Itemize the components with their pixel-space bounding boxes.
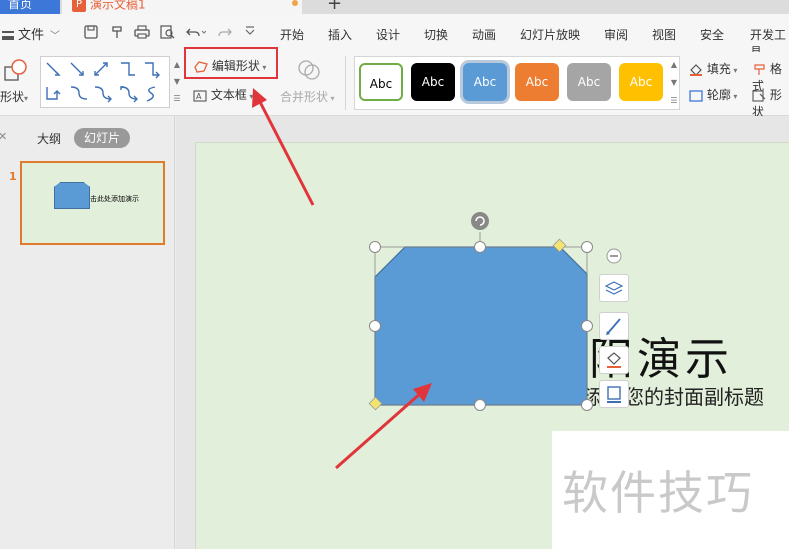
shape-style-button[interactable]: [599, 312, 629, 340]
outline-icon: [607, 386, 621, 403]
brush-icon: [606, 318, 621, 335]
shape-fill-button[interactable]: [599, 346, 629, 374]
red-arrow-toolbar: [256, 97, 315, 206]
shape-outline-button[interactable]: [599, 380, 629, 408]
layers-button[interactable]: [599, 274, 629, 302]
fill-bucket-icon: [607, 352, 621, 368]
rotate-handle-icon[interactable]: [471, 212, 489, 230]
collapse-icon[interactable]: [606, 248, 622, 264]
watermark-text: 软件技巧: [562, 466, 754, 520]
layers-icon: [604, 281, 624, 295]
watermark-box: 软件技巧: [552, 431, 789, 549]
selected-snip-rectangle[interactable]: [374, 246, 588, 406]
arrowhead-icon: [252, 88, 267, 108]
